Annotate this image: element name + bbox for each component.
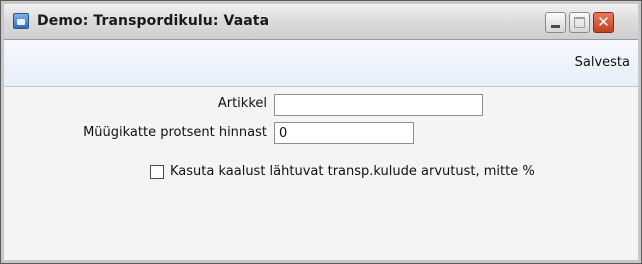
close-icon: ✕ bbox=[597, 13, 610, 31]
margin-percent-input[interactable] bbox=[274, 122, 414, 144]
maximize-button[interactable] bbox=[569, 12, 590, 33]
app-window: Demo: Transpordikulu: Vaata ✕ Salvesta A… bbox=[0, 0, 642, 264]
minimize-button[interactable] bbox=[545, 12, 566, 33]
margin-percent-label: Müügikatte protsent hinnast bbox=[83, 125, 267, 140]
save-button[interactable]: Salvesta bbox=[575, 55, 630, 70]
close-button[interactable]: ✕ bbox=[593, 12, 614, 33]
app-window-icon bbox=[13, 13, 29, 29]
use-weight-calculation-checkbox[interactable] bbox=[150, 165, 164, 179]
toolbar: Salvesta bbox=[4, 40, 638, 87]
form-panel: Artikkel Müügikatte protsent hinnast Kas… bbox=[4, 87, 638, 260]
title-bar[interactable]: Demo: Transpordikulu: Vaata ✕ bbox=[4, 4, 638, 40]
article-input[interactable] bbox=[274, 94, 483, 116]
window-title: Demo: Transpordikulu: Vaata bbox=[37, 13, 270, 29]
use-weight-calculation-label[interactable]: Kasuta kaalust lähtuvat transp.kulude ar… bbox=[170, 164, 535, 179]
article-label: Artikkel bbox=[217, 96, 267, 111]
